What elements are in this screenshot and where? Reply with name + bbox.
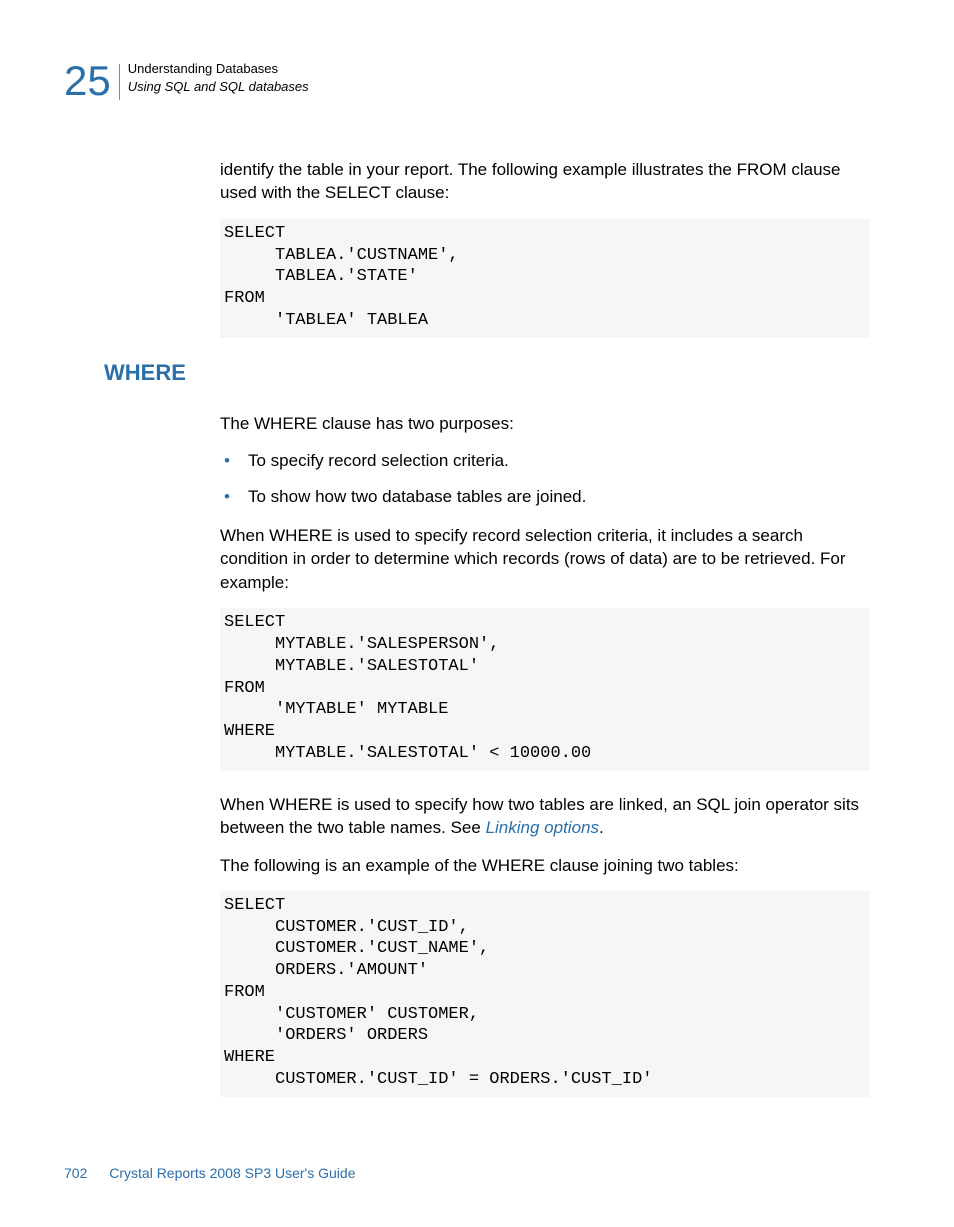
where-join-text-post: . bbox=[599, 818, 604, 837]
doc-title: Crystal Reports 2008 SP3 User's Guide bbox=[109, 1165, 355, 1181]
section-heading-where: WHERE bbox=[104, 360, 890, 386]
intro-paragraph: identify the table in your report. The f… bbox=[220, 158, 870, 205]
where-intro: The WHERE clause has two purposes: bbox=[220, 412, 870, 435]
page-footer: 702 Crystal Reports 2008 SP3 User's Guid… bbox=[64, 1165, 355, 1181]
chapter-number: 25 bbox=[64, 60, 111, 102]
code-block-from: SELECT TABLEA.'CUSTNAME', TABLEA.'STATE'… bbox=[220, 219, 870, 338]
running-header: 25 Understanding Databases Using SQL and… bbox=[64, 60, 890, 102]
list-item: To show how two database tables are join… bbox=[220, 485, 870, 508]
header-divider bbox=[119, 64, 120, 100]
where-section: The WHERE clause has two purposes: To sp… bbox=[220, 412, 870, 1097]
content-area: identify the table in your report. The f… bbox=[220, 158, 870, 338]
where-selection-paragraph: When WHERE is used to specify record sel… bbox=[220, 524, 870, 594]
page-number: 702 bbox=[64, 1165, 87, 1181]
code-block-where-selection: SELECT MYTABLE.'SALESPERSON', MYTABLE.'S… bbox=[220, 608, 870, 770]
list-item: To specify record selection criteria. bbox=[220, 449, 870, 472]
where-join-paragraph: When WHERE is used to specify how two ta… bbox=[220, 793, 870, 840]
header-subtitle: Using SQL and SQL databases bbox=[128, 78, 309, 96]
where-join-example-intro: The following is an example of the WHERE… bbox=[220, 854, 870, 877]
code-block-where-join: SELECT CUSTOMER.'CUST_ID', CUSTOMER.'CUS… bbox=[220, 891, 870, 1097]
bullet-list: To specify record selection criteria. To… bbox=[220, 449, 870, 508]
linking-options-link[interactable]: Linking options bbox=[486, 818, 599, 837]
header-title: Understanding Databases bbox=[128, 60, 309, 78]
